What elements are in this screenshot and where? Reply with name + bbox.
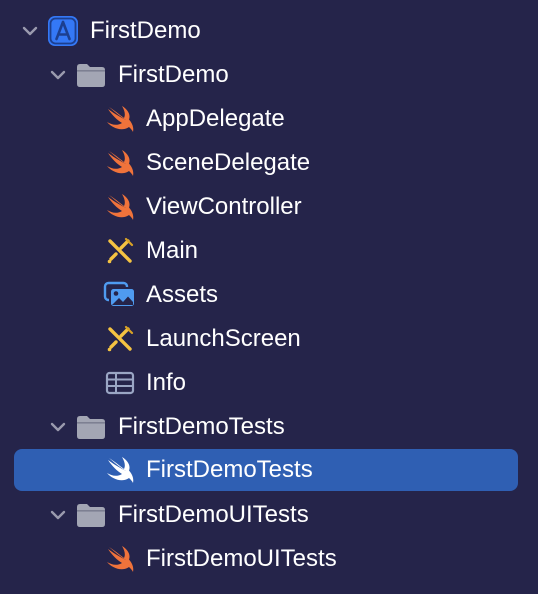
file-label: FirstDemoTests: [146, 456, 313, 483]
tree-row-group[interactable]: FirstDemo: [0, 53, 538, 97]
xcode-project-icon: [46, 14, 80, 48]
tree-row-file[interactable]: Info: [0, 361, 538, 405]
tree-row-project[interactable]: FirstDemo: [0, 9, 538, 53]
chevron-down-icon[interactable]: [19, 20, 41, 42]
swift-icon: [103, 453, 137, 487]
project-label: FirstDemo: [90, 17, 201, 44]
file-label: ViewController: [146, 193, 302, 220]
swift-icon: [103, 102, 137, 136]
group-label: FirstDemo: [118, 61, 229, 88]
tree-row-file[interactable]: Assets: [0, 273, 538, 317]
file-label: FirstDemoUITests: [146, 545, 337, 572]
folder-icon: [74, 58, 108, 92]
folder-icon: [74, 498, 108, 532]
chevron-down-icon[interactable]: [47, 504, 69, 526]
plist-icon: [103, 366, 137, 400]
group-label: FirstDemoUITests: [118, 501, 309, 528]
tree-row-file[interactable]: LaunchScreen: [0, 317, 538, 361]
file-label: SceneDelegate: [146, 149, 311, 176]
tree-row-file[interactable]: ViewController: [0, 185, 538, 229]
storyboard-icon: [103, 322, 137, 356]
tree-row-file[interactable]: Main: [0, 229, 538, 273]
file-label: AppDelegate: [146, 105, 285, 132]
tree-row-file-selected[interactable]: FirstDemoTests: [0, 448, 538, 492]
swift-icon: [103, 190, 137, 224]
tree-row-file[interactable]: FirstDemoUITests: [0, 537, 538, 581]
file-label: LaunchScreen: [146, 325, 301, 352]
tree-row-file[interactable]: AppDelegate: [0, 97, 538, 141]
swift-icon: [103, 146, 137, 180]
storyboard-icon: [103, 234, 137, 268]
swift-icon: [103, 542, 137, 576]
folder-icon: [74, 410, 108, 444]
file-label: Main: [146, 237, 199, 264]
file-label: Assets: [146, 281, 219, 308]
tree-row-file[interactable]: SceneDelegate: [0, 141, 538, 185]
tree-row-group[interactable]: FirstDemoUITests: [0, 493, 538, 537]
project-navigator: FirstDemo FirstDemo AppDelegate SceneDel…: [0, 0, 538, 594]
asset-catalog-icon: [103, 278, 137, 312]
chevron-down-icon[interactable]: [47, 416, 69, 438]
file-label: Info: [146, 369, 187, 396]
chevron-down-icon[interactable]: [47, 64, 69, 86]
group-label: FirstDemoTests: [118, 413, 285, 440]
tree-row-group[interactable]: FirstDemoTests: [0, 405, 538, 449]
